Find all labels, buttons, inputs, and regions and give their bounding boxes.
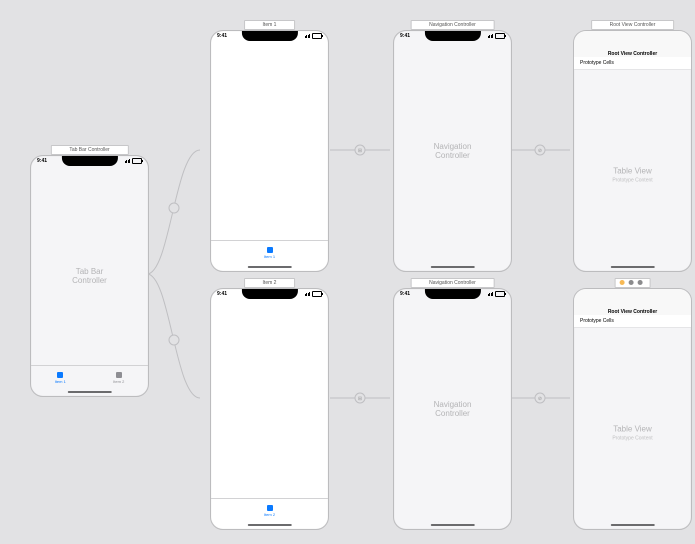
controller-label: Tab Bar Controller	[60, 267, 119, 285]
scene-title-selected[interactable]	[614, 278, 651, 288]
prototype-cells-header: Prototype Cells	[574, 57, 691, 70]
tab-item-1[interactable]: Item 1	[264, 241, 275, 265]
scene-root-vc-1[interactable]: Root View Controller 9:41 Root View Cont…	[573, 30, 692, 272]
navigation-bar: Root View Controller	[574, 289, 691, 318]
battery-icon	[495, 33, 505, 39]
status-bar: 9:41	[400, 33, 505, 39]
status-time: 9:41	[217, 291, 227, 297]
status-time: 9:41	[400, 33, 410, 39]
svg-text:⊘: ⊘	[538, 148, 542, 154]
phone-frame: 9:41 Item 2	[210, 288, 329, 530]
phone-frame: 9:41 Root View Controller Prototype Cell…	[573, 288, 692, 530]
home-indicator	[430, 524, 474, 527]
scene-title: Tab Bar Controller	[50, 145, 128, 155]
square-icon	[267, 505, 273, 511]
scene-nav-controller-1[interactable]: Navigation Controller 9:41 Navigation Co…	[393, 30, 512, 272]
square-icon	[57, 372, 63, 378]
phone-frame: 9:41 Navigation Controller	[393, 288, 512, 530]
home-indicator	[430, 266, 474, 269]
signal-icon	[488, 34, 494, 38]
scene-title: Navigation Controller	[410, 20, 495, 30]
navigation-bar: Root View Controller	[574, 31, 691, 60]
table-view-label: Table ViewPrototype Content	[612, 425, 652, 442]
square-icon	[116, 372, 122, 378]
status-time: 9:41	[37, 158, 47, 164]
tab-bar: Item 1	[211, 240, 328, 265]
home-indicator	[610, 524, 654, 527]
signal-icon	[305, 34, 311, 38]
phone-frame: 9:41 Navigation Controller	[393, 30, 512, 272]
home-indicator	[610, 266, 654, 269]
scene-item-1[interactable]: Item 1 9:41 Item 1	[210, 30, 329, 272]
battery-icon	[312, 33, 322, 39]
first-responder-icon[interactable]	[629, 280, 634, 285]
tab-item-1[interactable]: Item 1	[31, 366, 90, 390]
square-icon	[267, 247, 273, 253]
phone-frame: 9:41 Root View Controller Prototype Cell…	[573, 30, 692, 272]
status-time: 9:41	[217, 33, 227, 39]
controller-label: Navigation Controller	[423, 400, 482, 418]
phone-frame: 9:41 Item 1	[210, 30, 329, 272]
exit-icon[interactable]	[638, 280, 643, 285]
svg-text:⊞: ⊞	[358, 396, 362, 402]
scene-item-2[interactable]: Item 2 9:41 Item 2	[210, 288, 329, 530]
home-indicator	[67, 391, 111, 394]
prototype-cells-header: Prototype Cells	[574, 315, 691, 328]
scene-title: Root View Controller	[591, 20, 675, 30]
scene-nav-controller-2[interactable]: Navigation Controller 9:41 Navigation Co…	[393, 288, 512, 530]
controller-icon[interactable]	[619, 280, 624, 285]
status-bar: 9:41	[37, 158, 142, 164]
scene-title: Item 2	[244, 278, 296, 288]
tab-item-2[interactable]: Item 2	[90, 366, 149, 390]
tab-item-2[interactable]: Item 2	[264, 499, 275, 523]
battery-icon	[495, 291, 505, 297]
battery-icon	[312, 291, 322, 297]
home-indicator	[247, 266, 291, 269]
home-indicator	[247, 524, 291, 527]
svg-text:⊞: ⊞	[358, 148, 362, 154]
status-bar: 9:41	[217, 291, 322, 297]
battery-icon	[132, 158, 142, 164]
scene-root-vc-2[interactable]: 9:41 Root View Controller Prototype Cell…	[573, 288, 692, 530]
controller-label: Navigation Controller	[423, 142, 482, 160]
scene-tab-bar-controller[interactable]: Tab Bar Controller 9:41 Tab Bar Controll…	[30, 155, 149, 397]
svg-text:⊘: ⊘	[538, 396, 542, 402]
phone-frame: 9:41 Tab Bar Controller Item 1 Item 2	[30, 155, 149, 397]
status-bar: 9:41	[217, 33, 322, 39]
scene-title: Item 1	[244, 20, 296, 30]
scene-title: Navigation Controller	[410, 278, 495, 288]
status-bar: 9:41	[400, 291, 505, 297]
signal-icon	[305, 292, 311, 296]
tab-bar: Item 2	[211, 498, 328, 523]
table-view-label: Table ViewPrototype Content	[612, 167, 652, 184]
status-time: 9:41	[400, 291, 410, 297]
signal-icon	[125, 159, 131, 163]
signal-icon	[488, 292, 494, 296]
tab-bar: Item 1 Item 2	[31, 365, 148, 390]
storyboard-canvas[interactable]: ⊞ ⊞ ⊘ ⊘ Tab Bar Controller 9:41 Tab Bar …	[0, 0, 695, 544]
